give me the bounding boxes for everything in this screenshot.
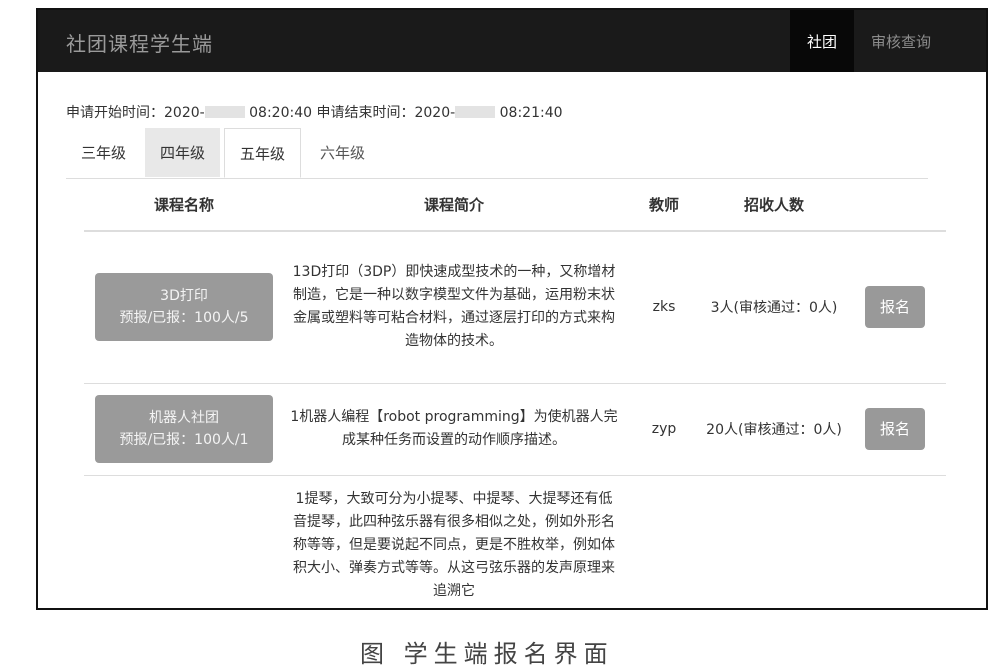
tab-grade-4[interactable]: 四年级 <box>145 128 221 177</box>
course-intro: 1提琴，大致可分为小提琴、中提琴、大提琴还有低音提琴，此四种弦乐器有很多相似之处… <box>284 475 624 608</box>
table-header-row: 课程名称 课程简介 教师 招收人数 <box>84 178 946 232</box>
nav-links: 社团 审核查询 <box>789 10 948 72</box>
table-row: 1提琴，大致可分为小提琴、中提琴、大提琴还有低音提琴，此四种弦乐器有很多相似之处… <box>84 475 946 608</box>
tab-grade-3[interactable]: 三年级 <box>66 128 141 177</box>
course-name: 机器人社团 <box>149 410 219 426</box>
course-enroll <box>704 475 844 608</box>
table-row: 3D打印 预报/已报：100人/5 13D打印（3DP）即快速成型技术的一种，又… <box>84 231 946 384</box>
course-stat: 预报/已报：100人/5 <box>119 310 249 327</box>
action-cell: 报名 <box>844 231 946 384</box>
end-time-value: 08:21:40 <box>499 105 563 121</box>
course-intro: 1机器人编程【robot programming】为使机器人完成某种任务而设置的… <box>284 383 624 476</box>
signup-button[interactable]: 报名 <box>864 408 925 450</box>
header-enroll-count: 招收人数 <box>704 178 844 232</box>
nav-link-review-query[interactable]: 审核查询 <box>854 10 948 72</box>
course-intro: 13D打印（3DP）即快速成型技术的一种，又称增材制造，它是一种以数字模型文件为… <box>284 231 624 384</box>
figure-caption: 图 学生端报名界面 <box>360 640 614 668</box>
course-enroll: 3人(审核通过：0人) <box>704 231 844 384</box>
course-cell <box>84 475 284 608</box>
redacted-end-date <box>455 106 496 118</box>
header-course-intro: 课程简介 <box>284 178 624 232</box>
table-row: 机器人社团 预报/已报：100人/1 1机器人编程【robot programm… <box>84 383 946 476</box>
action-cell: 报名 <box>844 383 946 476</box>
course-stat: 预报/已报：100人/1 <box>119 432 249 448</box>
header-course-name: 课程名称 <box>84 178 284 232</box>
application-time-info: 申请开始时间：2020- 08:20:40 申请结束时间：2020- 08:21… <box>66 102 563 122</box>
tab-grade-6[interactable]: 六年级 <box>305 128 380 177</box>
course-button[interactable]: 机器人社团 预报/已报：100人/1 <box>95 395 273 463</box>
course-enroll: 20人(审核通过：0人) <box>704 383 844 476</box>
grade-tabs: 三年级 四年级 五年级 六年级 <box>66 128 928 179</box>
end-date-prefix: 2020- <box>414 105 456 121</box>
redacted-start-date <box>204 106 245 118</box>
course-name: 3D打印 <box>160 288 208 305</box>
course-teacher: zyp <box>624 383 704 476</box>
course-teacher: zks <box>624 231 704 384</box>
app-brand[interactable]: 社团课程学生端 <box>66 28 213 57</box>
course-cell: 3D打印 预报/已报：100人/5 <box>84 231 284 384</box>
nav-link-club[interactable]: 社团 <box>789 10 854 72</box>
course-teacher <box>624 475 704 608</box>
action-cell <box>844 475 946 608</box>
signup-button[interactable]: 报名 <box>864 286 925 329</box>
navbar: 社团课程学生端 社团 审核查询 <box>38 10 986 72</box>
header-teacher: 教师 <box>624 178 704 232</box>
header-action <box>844 178 946 232</box>
course-cell: 机器人社团 预报/已报：100人/1 <box>84 383 284 476</box>
start-date-prefix: 2020- <box>164 105 205 121</box>
start-time-label: 申请开始时间： <box>66 105 164 121</box>
start-time-value: 08:20:40 <box>249 105 313 121</box>
tab-grade-5[interactable]: 五年级 <box>224 128 302 178</box>
app-window: 社团课程学生端 社团 审核查询 申请开始时间：2020- 08:20:40 申请… <box>36 8 988 610</box>
course-table: 课程名称 课程简介 教师 招收人数 3D打印 预报/已报：100人/5 13D打… <box>84 178 946 608</box>
course-table-container: 课程名称 课程简介 教师 招收人数 3D打印 预报/已报：100人/5 13D打… <box>84 178 946 608</box>
course-button[interactable]: 3D打印 预报/已报：100人/5 <box>95 273 273 342</box>
end-time-label: 申请结束时间： <box>316 105 415 121</box>
